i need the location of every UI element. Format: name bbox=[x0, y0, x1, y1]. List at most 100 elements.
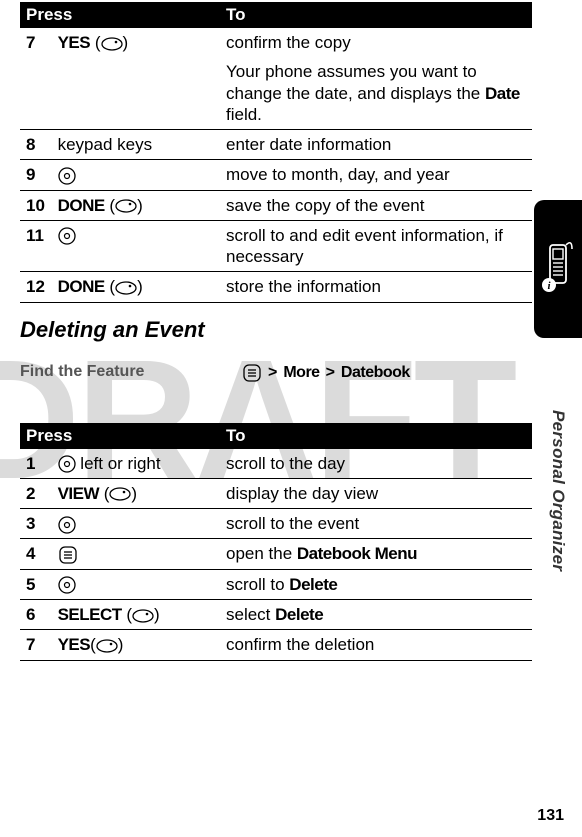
paren: ) bbox=[131, 484, 137, 503]
text: select bbox=[226, 605, 275, 624]
menu-name: Datebook Menu bbox=[297, 544, 417, 563]
step-press bbox=[52, 539, 220, 570]
col-to: To bbox=[220, 423, 532, 449]
step-press: keypad keys bbox=[52, 130, 220, 160]
step-press: left or right bbox=[52, 449, 220, 479]
softkey-label: YES bbox=[58, 33, 91, 52]
paren: ( bbox=[105, 196, 115, 215]
field-name: Date bbox=[485, 84, 520, 103]
col-to: To bbox=[220, 2, 532, 28]
step-num: 2 bbox=[20, 478, 52, 508]
menu-key-icon bbox=[242, 363, 262, 383]
table-row: 5 scroll to Delete bbox=[20, 569, 532, 599]
step-num: 1 bbox=[20, 449, 52, 479]
phone-icon-tab: i bbox=[534, 200, 582, 338]
text: left or right bbox=[76, 454, 161, 473]
step-num: 9 bbox=[20, 160, 52, 190]
step-to: scroll to Delete bbox=[220, 569, 532, 599]
right-softkey-icon bbox=[115, 281, 137, 295]
step-press: DONE () bbox=[52, 190, 220, 220]
step-press bbox=[52, 509, 220, 539]
breadcrumb-item: Datebook bbox=[341, 364, 410, 382]
col-press: Press bbox=[20, 2, 220, 28]
step-num: 12 bbox=[20, 272, 52, 302]
step-press: VIEW () bbox=[52, 478, 220, 508]
step-to: confirm the copy bbox=[220, 28, 532, 57]
section-heading: Deleting an Event bbox=[20, 317, 532, 343]
step-num: 3 bbox=[20, 509, 52, 539]
paren: ) bbox=[137, 196, 143, 215]
step-press bbox=[52, 569, 220, 599]
softkey-label: YES bbox=[58, 635, 91, 654]
page-number: 131 bbox=[537, 807, 564, 825]
paren: ( bbox=[105, 277, 115, 296]
menu-key-icon bbox=[58, 545, 78, 565]
breadcrumb-sep: > bbox=[326, 364, 335, 382]
step-press: DONE () bbox=[52, 272, 220, 302]
step-to: Your phone assumes you want to change th… bbox=[220, 57, 532, 129]
steps-table-1: Press To 7 YES () confirm the copy Your … bbox=[20, 2, 532, 303]
nav-key-icon bbox=[58, 576, 76, 594]
softkey-label: VIEW bbox=[58, 484, 99, 503]
step-to: open the Datebook Menu bbox=[220, 539, 532, 570]
step-to: confirm the deletion bbox=[220, 630, 532, 660]
nav-key-icon bbox=[58, 516, 76, 534]
right-softkey-icon bbox=[96, 639, 118, 653]
menu-item: Delete bbox=[289, 575, 337, 594]
step-to: enter date information bbox=[220, 130, 532, 160]
paren: ) bbox=[123, 33, 129, 52]
step-to: save the copy of the event bbox=[220, 190, 532, 220]
table-row: 6 SELECT () select Delete bbox=[20, 600, 532, 630]
step-num: 7 bbox=[20, 28, 52, 57]
menu-item: Delete bbox=[275, 605, 323, 624]
table-row: 3 scroll to the event bbox=[20, 509, 532, 539]
text: open the bbox=[226, 544, 297, 563]
step-to: scroll to the event bbox=[220, 509, 532, 539]
table-row: 2 VIEW () display the day view bbox=[20, 478, 532, 508]
table-row: 12 DONE () store the information bbox=[20, 272, 532, 302]
step-press bbox=[52, 160, 220, 190]
step-num: 4 bbox=[20, 539, 52, 570]
paren: ( bbox=[99, 484, 109, 503]
step-to: scroll to the day bbox=[220, 449, 532, 479]
table-row: 4 open the Datebook Menu bbox=[20, 539, 532, 570]
find-feature-line: Find the Feature > More > Datebook bbox=[20, 363, 532, 383]
step-to: display the day view bbox=[220, 478, 532, 508]
step-press: YES() bbox=[52, 630, 220, 660]
paren: ) bbox=[118, 635, 124, 654]
side-section-label: Personal Organizer bbox=[548, 410, 568, 571]
col-press: Press bbox=[20, 423, 220, 449]
softkey-label: DONE bbox=[58, 196, 105, 215]
softkey-label: SELECT bbox=[58, 605, 122, 624]
step-press: YES () bbox=[52, 28, 220, 57]
table-row: 7 YES () confirm the copy bbox=[20, 28, 532, 57]
paren: ( bbox=[122, 605, 132, 624]
table-row: Your phone assumes you want to change th… bbox=[20, 57, 532, 129]
right-softkey-icon bbox=[132, 609, 154, 623]
nav-key-icon bbox=[58, 227, 76, 245]
step-to: scroll to and edit event information, if… bbox=[220, 220, 532, 272]
step-to: select Delete bbox=[220, 600, 532, 630]
step-press bbox=[52, 220, 220, 272]
nav-key-icon bbox=[58, 455, 76, 473]
steps-table-2: Press To 1 left or right scroll to the d… bbox=[20, 423, 532, 661]
softkey-label: DONE bbox=[58, 277, 105, 296]
nav-key-icon bbox=[58, 167, 76, 185]
paren: ( bbox=[90, 33, 100, 52]
step-to: store the information bbox=[220, 272, 532, 302]
table-row: 7 YES() confirm the deletion bbox=[20, 630, 532, 660]
step-num bbox=[20, 57, 52, 129]
text: Your phone assumes you want to change th… bbox=[226, 62, 485, 102]
text: scroll to bbox=[226, 575, 289, 594]
step-num: 10 bbox=[20, 190, 52, 220]
text: field. bbox=[226, 105, 262, 124]
step-press: SELECT () bbox=[52, 600, 220, 630]
step-num: 7 bbox=[20, 630, 52, 660]
step-num: 8 bbox=[20, 130, 52, 160]
table-row: 8 keypad keys enter date information bbox=[20, 130, 532, 160]
step-num: 11 bbox=[20, 220, 52, 272]
step-num: 6 bbox=[20, 600, 52, 630]
side-tab: i Personal Organizer bbox=[534, 200, 582, 750]
table-row: 11 scroll to and edit event information,… bbox=[20, 220, 532, 272]
step-press bbox=[52, 57, 220, 129]
